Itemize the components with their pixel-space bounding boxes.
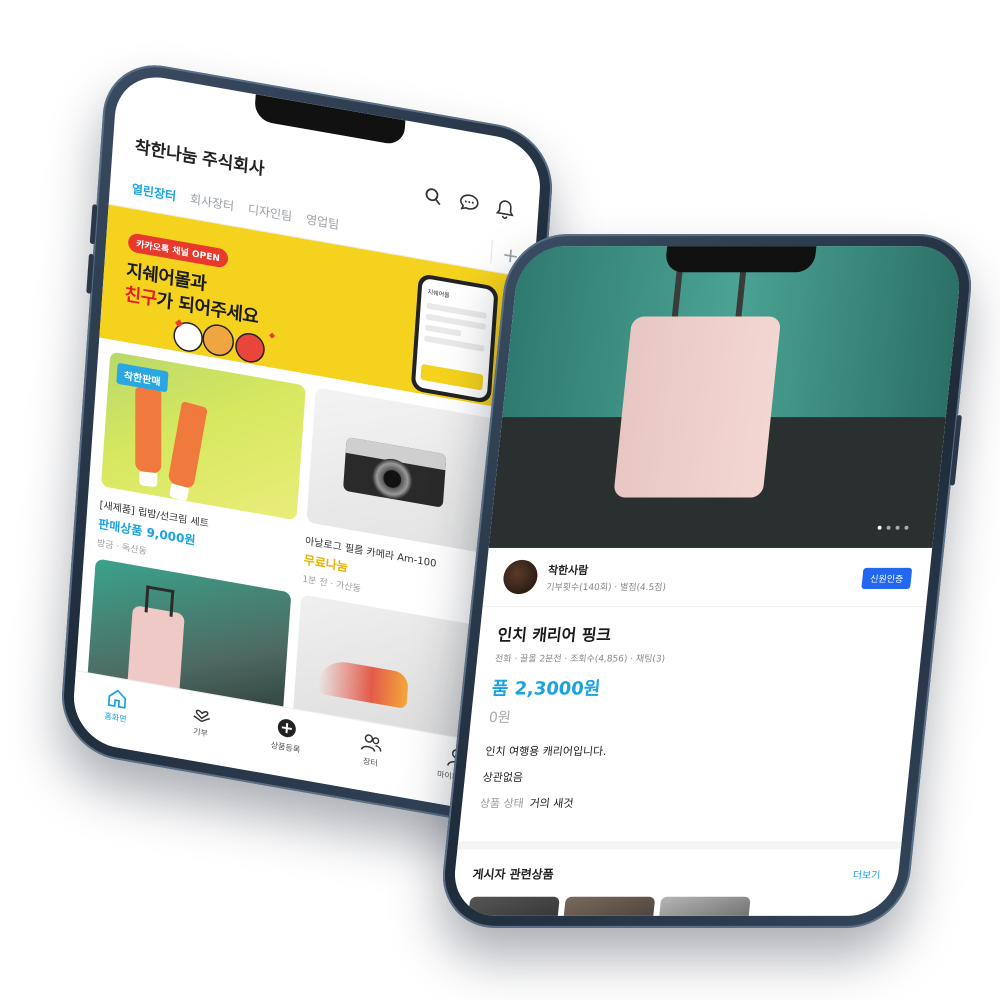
right-phone: 착한사람 기부횟수(140회) · 별점(4.5점) 신원인증 인치 캐리어 핑… bbox=[437, 234, 977, 928]
nav-home[interactable]: 홈화면 bbox=[84, 683, 148, 752]
product-card[interactable]: 착한판매 [새제품] 립밤/선크림 세트 판매상품 9,000원 방금 · 독산… bbox=[97, 351, 306, 582]
search-icon[interactable] bbox=[422, 184, 445, 210]
carousel-dot[interactable] bbox=[904, 525, 909, 530]
home-icon bbox=[107, 689, 126, 709]
carousel-dot[interactable] bbox=[877, 525, 882, 530]
avatar bbox=[501, 559, 540, 595]
carousel-dot[interactable] bbox=[895, 525, 900, 530]
related-product-thumbnail[interactable] bbox=[464, 896, 560, 916]
stage: 착한나눔 주식회사 열린장터 회사장터 디자인팀 영업팀 + 카카오톡 채널 O… bbox=[0, 0, 1000, 1000]
attribute-row: 상품 상태 거의 새것 bbox=[479, 795, 888, 811]
seller-name: 착한사람 bbox=[547, 563, 589, 577]
plus-circle-icon bbox=[277, 719, 296, 738]
volume-up-button bbox=[89, 203, 98, 245]
tab-open-market[interactable]: 열린장터 bbox=[131, 180, 176, 205]
product-photo-carousel[interactable] bbox=[488, 246, 964, 548]
attribute-row: 상관없음 bbox=[482, 769, 891, 785]
suitcase-image bbox=[613, 316, 782, 498]
related-product-thumbnail[interactable] bbox=[654, 896, 751, 916]
carousel-dot[interactable] bbox=[886, 525, 891, 530]
product-description: 인치 여행용 캐리어입니다. bbox=[484, 744, 608, 758]
product-image: 착한판매 bbox=[100, 351, 306, 521]
header-icons bbox=[422, 184, 517, 222]
related-products-header: 게시자 관련상품 더보기 bbox=[453, 841, 902, 883]
product-title: 인치 캐리어 핑크 bbox=[496, 625, 613, 645]
right-phone-screen: 착한사람 기부횟수(140회) · 별점(4.5점) 신원인증 인치 캐리어 핑… bbox=[450, 246, 964, 916]
see-more-link[interactable]: 더보기 bbox=[852, 867, 881, 882]
chat-icon[interactable] bbox=[458, 190, 481, 216]
volume-down-button bbox=[86, 253, 95, 294]
tab-design-team[interactable]: 디자인팀 bbox=[247, 200, 293, 225]
heart-hands-icon bbox=[193, 709, 210, 723]
nav-label: 홈화면 bbox=[104, 711, 127, 725]
bell-icon[interactable] bbox=[493, 196, 516, 222]
nav-label: 상품등록 bbox=[270, 740, 301, 755]
product-detail: 인치 캐리어 핑크 전화 · 끌올 2분전 · 조회수(4,856) · 채팅(… bbox=[460, 607, 926, 825]
seller-info[interactable]: 착한사람 기부횟수(140회) · 별점(4.5점) 신원인증 bbox=[482, 547, 933, 608]
tab-sales-team[interactable]: 영업팀 bbox=[305, 210, 340, 233]
related-products-list bbox=[450, 883, 897, 916]
related-product-thumbnail[interactable] bbox=[559, 896, 656, 916]
seller-stats: 기부횟수(140회) · 별점(4.5점) bbox=[545, 582, 667, 593]
phone-notch bbox=[664, 246, 817, 273]
product-price: 품 2,3000원 bbox=[490, 678, 602, 700]
identity-verified-button[interactable]: 신원인증 bbox=[861, 567, 913, 590]
carousel-dots bbox=[877, 525, 909, 530]
attribute-value: 거의 새것 bbox=[529, 797, 575, 811]
nav-donate[interactable]: 기부 bbox=[168, 698, 232, 767]
nav-market[interactable]: 장터 bbox=[338, 728, 402, 797]
product-meta: 전화 · 끌올 2분전 · 조회수(4,856) · 채팅(3) bbox=[494, 654, 666, 665]
attribute-key: 상품 상태 bbox=[479, 797, 525, 811]
nav-label: 기부 bbox=[192, 726, 209, 739]
banner-phone-mockup: 지쉐어몰 bbox=[410, 273, 499, 404]
tab-company-market[interactable]: 회사장터 bbox=[189, 190, 234, 215]
good-sale-badge: 착한판매 bbox=[116, 362, 169, 393]
attribute-value: 상관없음 bbox=[482, 771, 524, 785]
nav-register[interactable]: 상품등록 bbox=[253, 713, 317, 782]
banner-highlight: 친구 bbox=[123, 283, 158, 311]
original-price: 0원 bbox=[488, 709, 512, 726]
people-icon bbox=[361, 734, 382, 752]
related-products-title: 게시자 관련상품 bbox=[471, 867, 555, 882]
nav-label: 장터 bbox=[362, 756, 379, 769]
power-button bbox=[949, 415, 962, 486]
